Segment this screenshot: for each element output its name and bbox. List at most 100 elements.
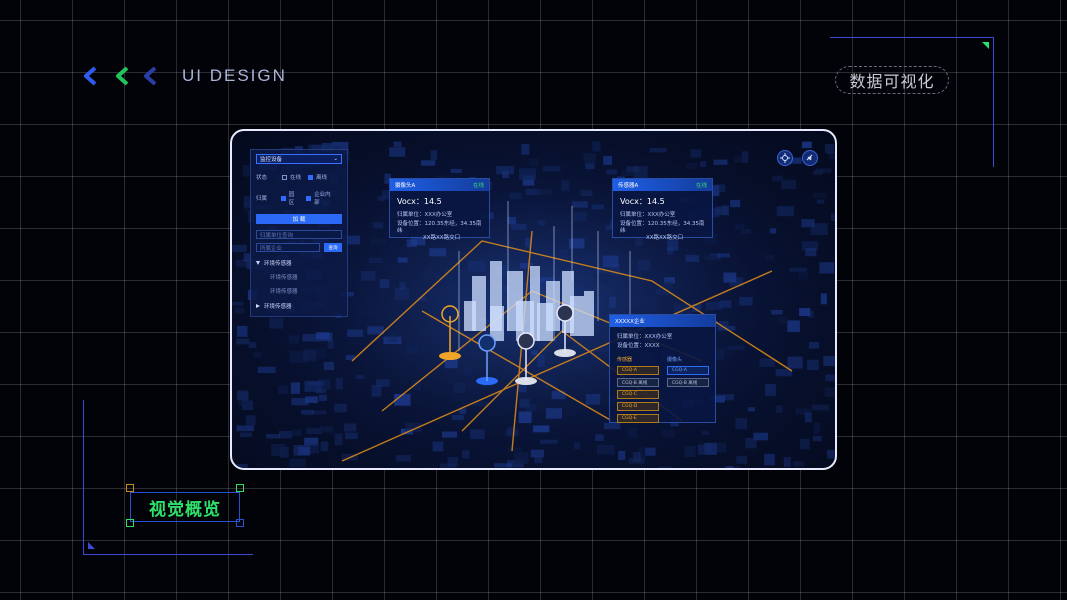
city-block bbox=[234, 307, 245, 314]
city-block bbox=[583, 152, 596, 164]
status-filter-row: 状态 在线 离线 bbox=[256, 173, 342, 181]
card-header: 摄像头A 在线 bbox=[390, 179, 489, 191]
city-block bbox=[606, 169, 618, 175]
card-header: XXXXX企业 bbox=[610, 315, 715, 327]
camera-tag[interactable]: CGQ-A bbox=[667, 366, 709, 375]
canvas-background: UI DESIGN 数据可视化 视觉概览 监控设备 ⌄ 状态 在线 离线 归属 … bbox=[0, 0, 1067, 600]
city-block bbox=[335, 378, 343, 390]
unit-search-input[interactable]: 归属单位查询 bbox=[256, 230, 342, 239]
city-block bbox=[633, 452, 641, 462]
card-header: 传感器A 在线 bbox=[613, 179, 712, 191]
camera-column-header: 摄像头 bbox=[667, 357, 683, 363]
enterprise-info-card[interactable]: XXXXX企业 归属单位：XXX办公室 设备位置：XXXX 传感器 CGQ-A … bbox=[609, 314, 716, 423]
city-block bbox=[592, 141, 601, 152]
city-block bbox=[733, 156, 749, 163]
brand-header: UI DESIGN bbox=[82, 66, 287, 86]
city-block bbox=[735, 418, 748, 430]
city-block bbox=[816, 199, 825, 204]
city-block bbox=[345, 432, 358, 440]
city-block bbox=[781, 179, 796, 190]
query-button[interactable]: 查询 bbox=[324, 243, 342, 252]
category-pill: 数据可视化 bbox=[835, 66, 949, 94]
city-block bbox=[277, 385, 289, 394]
selection-handle bbox=[126, 484, 134, 492]
city-block bbox=[701, 430, 709, 436]
city-block bbox=[609, 296, 616, 308]
load-button[interactable]: 加 载 bbox=[256, 214, 342, 224]
city-block bbox=[824, 144, 834, 154]
city-block bbox=[334, 403, 347, 413]
highlighted-building bbox=[464, 301, 476, 331]
status-online-checkbox[interactable]: 在线 bbox=[282, 173, 301, 181]
city-block bbox=[269, 318, 284, 329]
city-block bbox=[510, 223, 527, 230]
city-block bbox=[429, 248, 447, 257]
city-block bbox=[528, 158, 538, 167]
sensor-tag[interactable]: CGQ-C bbox=[617, 390, 659, 399]
city-block bbox=[242, 165, 250, 177]
sensor-info-card[interactable]: 传感器A 在线 Vocx：14.5 归属单位：XXX办公室 设备位置：120.3… bbox=[612, 178, 713, 241]
city-block bbox=[518, 411, 532, 423]
metric-value: Vocx：14.5 bbox=[397, 197, 442, 206]
city-block bbox=[775, 405, 783, 413]
city-block bbox=[637, 259, 651, 271]
metric-value: Vocx：14.5 bbox=[620, 197, 665, 206]
checkbox-checked-icon bbox=[306, 195, 312, 201]
city-block bbox=[810, 223, 828, 235]
city-block bbox=[521, 144, 530, 155]
city-block bbox=[730, 199, 741, 208]
device-type-select[interactable]: 监控设备 ⌄ bbox=[256, 154, 342, 164]
unit-text: 归属单位：XXX办公室 bbox=[617, 334, 673, 340]
sensor-tag[interactable]: CGQ-A bbox=[617, 366, 659, 375]
area-enterprise-checkbox[interactable]: 企业内部 bbox=[306, 190, 335, 206]
status-offline-checkbox[interactable]: 离线 bbox=[308, 173, 327, 181]
city-block bbox=[591, 204, 605, 210]
tree-child-item[interactable]: 环境传感器 bbox=[256, 287, 342, 295]
camera-tag[interactable]: CGQ-B 离线 bbox=[667, 378, 709, 387]
city-block bbox=[318, 379, 331, 390]
city-block bbox=[723, 272, 737, 283]
city-block bbox=[240, 432, 253, 437]
tree-node-expanded[interactable]: 环境传感器 bbox=[256, 259, 342, 267]
selection-handle bbox=[236, 519, 244, 527]
sensor-tag[interactable]: CGQ-E bbox=[617, 414, 659, 423]
city-block bbox=[585, 393, 601, 405]
city-block bbox=[289, 458, 306, 468]
city-block bbox=[603, 156, 612, 165]
city-block bbox=[813, 170, 823, 175]
status-offline-label: 离线 bbox=[316, 175, 328, 181]
city-block bbox=[396, 455, 411, 462]
camera-info-card[interactable]: 摄像头A 在线 Vocx：14.5 归属单位：XXX办公室 设备位置：120.3… bbox=[389, 178, 490, 241]
city-block bbox=[649, 148, 667, 153]
city-block bbox=[545, 408, 562, 419]
city-block bbox=[789, 267, 807, 272]
city-block bbox=[513, 452, 529, 464]
tree-node-collapsed[interactable]: 环境传感器 bbox=[256, 302, 342, 310]
city-block bbox=[494, 463, 512, 468]
camera-column: 摄像头 CGQ-A CGQ-B 离线 bbox=[667, 356, 709, 426]
city-block bbox=[719, 300, 732, 308]
city-block bbox=[723, 394, 734, 401]
city-block bbox=[621, 170, 633, 176]
enterprise-search-input[interactable]: 所属企业 bbox=[256, 243, 320, 252]
city-block bbox=[519, 398, 530, 408]
status-badge: 在线 bbox=[472, 183, 484, 189]
city-block bbox=[301, 410, 314, 415]
sensor-tag[interactable]: CGQ-D bbox=[617, 402, 659, 411]
city-block bbox=[316, 347, 326, 359]
crosshair-icon[interactable] bbox=[777, 150, 793, 166]
city-block bbox=[236, 425, 254, 432]
corner-marker-bottom-left bbox=[88, 542, 95, 549]
city-block bbox=[288, 335, 299, 344]
city-block bbox=[825, 374, 835, 382]
area-park-checkbox[interactable]: 园区 bbox=[280, 190, 299, 206]
sensor-tag[interactable]: CGQ-B 离线 bbox=[617, 378, 659, 387]
selection-handle bbox=[126, 519, 134, 527]
city-block bbox=[658, 466, 671, 468]
chevron-left-icon bbox=[116, 66, 129, 86]
city-block bbox=[245, 415, 256, 426]
tree-child-item[interactable]: 环境传感器 bbox=[256, 273, 342, 281]
city-block bbox=[298, 447, 311, 456]
card-body: Vocx：14.5 归属单位：XXX办公室 设备位置：120.35东经，34.3… bbox=[390, 191, 489, 247]
satellite-icon[interactable] bbox=[802, 150, 818, 166]
